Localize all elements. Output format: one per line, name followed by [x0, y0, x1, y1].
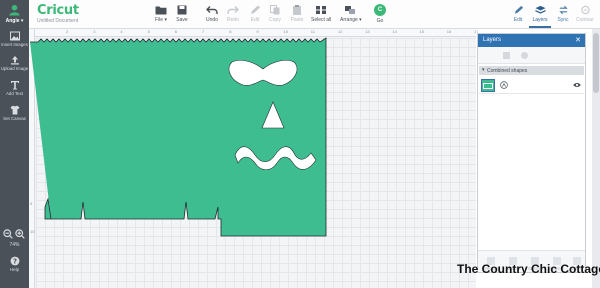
- edit-button[interactable]: Edit: [248, 3, 262, 27]
- close-icon[interactable]: ✕: [575, 36, 581, 44]
- sidebar-item-upload-image[interactable]: Upload Image: [0, 55, 29, 71]
- layers-panel: Layers ✕ ▾ Combined shapes: [477, 33, 586, 273]
- svg-text:?: ?: [12, 258, 16, 266]
- layer-item-row[interactable]: [479, 77, 584, 94]
- redo-icon: [227, 6, 239, 14]
- layers-icon: [534, 5, 546, 14]
- edit-icon: [514, 5, 523, 14]
- undo-button[interactable]: Undo: [204, 3, 220, 27]
- sync-icon: [558, 5, 568, 15]
- zoom-in-icon[interactable]: [15, 229, 25, 239]
- cricut-logo: Cricut: [37, 3, 79, 18]
- folder-icon: [155, 6, 167, 15]
- paste-icon: [293, 5, 301, 15]
- go-icon: C: [374, 4, 386, 16]
- go-button[interactable]: C Go: [373, 3, 387, 27]
- chevron-down-icon[interactable]: ▾: [482, 67, 485, 73]
- ungroup-icon[interactable]: [520, 51, 529, 60]
- design-canvas[interactable]: 2 3 4 5 6 7 8 9 10 11 12 13 14 15 16 17 5 10: [29, 29, 478, 288]
- design-artwork: [30, 37, 327, 237]
- layer-thumbnail: [481, 79, 495, 92]
- layers-toolbar: [478, 47, 585, 64]
- upload-icon: [10, 56, 19, 65]
- help-icon: ?: [10, 256, 19, 266]
- zoom-out-icon[interactable]: [3, 229, 13, 239]
- file-menu-button[interactable]: File ▾: [153, 3, 169, 27]
- contour-icon: [580, 5, 590, 15]
- layers-panel-header: Layers ✕: [478, 34, 585, 47]
- save-button[interactable]: Save: [175, 3, 189, 27]
- sidebar-item-insert-images[interactable]: Insert Images: [0, 31, 29, 47]
- select-all-icon: [316, 6, 326, 14]
- tab-layers[interactable]: Layers: [529, 3, 551, 28]
- sidebar-item-help[interactable]: ? Help: [0, 256, 29, 272]
- redo-button[interactable]: Redo: [226, 3, 240, 27]
- user-name: Angie ▾: [5, 18, 24, 24]
- group-icon[interactable]: [502, 51, 511, 60]
- cricut-design-space-window: Angie ▾ Cricut Untitled Document File ▾ …: [0, 0, 600, 288]
- sidebar-item-set-canvas[interactable]: Set Canvas: [0, 105, 29, 121]
- left-sidebar: Insert Images Upload Image Add Text Set …: [0, 29, 29, 288]
- eye-icon[interactable]: [573, 82, 581, 88]
- user-menu[interactable]: Angie ▾: [0, 0, 29, 29]
- edit-icon: [251, 5, 260, 14]
- shirt-icon: [10, 105, 19, 115]
- zoom-controls: [3, 229, 26, 239]
- layer-thumbnail-shape: [483, 83, 493, 89]
- user-icon: [9, 4, 20, 16]
- arrange-menu-button[interactable]: Arrange ▾: [340, 3, 362, 27]
- document-title: Untitled Document: [37, 18, 79, 24]
- sidebar-item-add-text[interactable]: Add Text: [0, 80, 29, 96]
- layers-panel-title: Layers: [483, 37, 502, 43]
- undo-icon: [206, 6, 218, 14]
- select-all-button[interactable]: Select all: [311, 3, 331, 27]
- layer-group-label: Combined shapes: [487, 67, 528, 74]
- watermark-text: The Country Chic Cottage: [457, 262, 600, 276]
- arrange-icon: [345, 6, 355, 14]
- text-icon: [10, 81, 19, 90]
- layer-group-row[interactable]: ▾ Combined shapes: [479, 66, 584, 75]
- copy-button[interactable]: Copy: [268, 3, 282, 27]
- image-icon: [9, 31, 20, 41]
- vertical-scrollbar[interactable]: [592, 29, 600, 288]
- zoom-level: 74%: [9, 242, 20, 248]
- paste-button[interactable]: Paste: [290, 3, 304, 27]
- top-toolbar: Angie ▾ Cricut Untitled Document File ▾ …: [0, 0, 600, 29]
- tab-sync[interactable]: Sync: [552, 3, 574, 28]
- scrollbar-thumb[interactable]: [593, 33, 599, 93]
- copy-icon: [270, 5, 280, 15]
- weld-icon: [500, 81, 508, 89]
- save-icon: [177, 5, 187, 15]
- tab-edit[interactable]: Edit: [507, 3, 529, 28]
- tab-contour[interactable]: Contour: [574, 3, 596, 28]
